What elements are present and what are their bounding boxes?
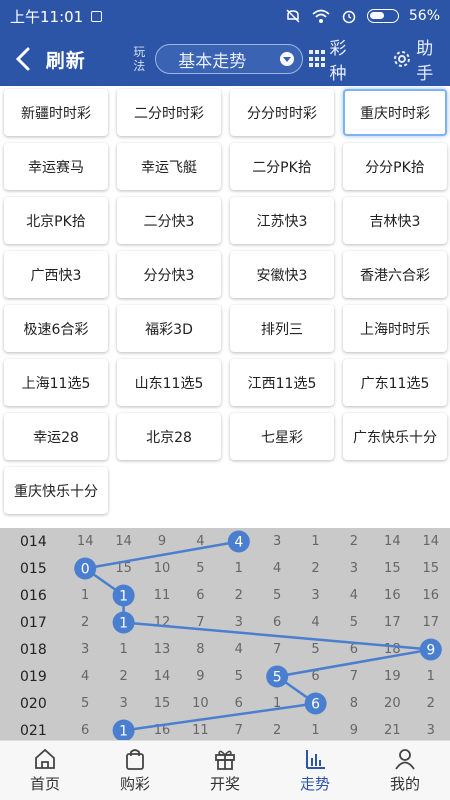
lottery-option[interactable]: 重庆时时彩 [343,89,447,136]
hit-ball-label: 1 [119,589,128,605]
hit-ball-label: 4 [234,535,243,551]
nav-draw-label: 开奖 [209,774,240,793]
nav-buy-label: 购彩 [119,774,150,793]
bottom-nav: 首页 购彩 开奖 走势 我的 [0,740,450,800]
lottery-option[interactable]: 分分PK拾 [343,143,447,190]
hit-ball-label: 1 [119,616,128,632]
lottery-option[interactable]: 江西11选5 [230,359,334,406]
hit-ball-label: 1 [119,724,128,740]
assistant-label: 助手 [416,39,434,84]
hit-ball-label: 0 [81,562,90,578]
wanfa-label: 玩法 [133,45,146,73]
lottery-option[interactable]: 福彩3D [117,305,221,352]
nav-trend[interactable]: 走势 [270,741,360,800]
lottery-option[interactable]: 上海11选5 [4,359,108,406]
lottery-option[interactable]: 分分快3 [117,251,221,298]
lottery-option[interactable]: 幸运飞艇 [117,143,221,190]
trend-line [82,540,432,732]
alarm-icon [342,10,356,24]
battery-icon [366,9,399,23]
page-title[interactable]: 刷新 [46,46,126,73]
status-time: 上午11:01 [10,7,84,26]
grid-icon [308,50,327,68]
lottery-panel: 新疆时时彩 二分时时彩 分分时时彩 重庆时时彩幸运赛马 幸运飞艇 二分PK拾 分分PK拾北京… [0,86,450,528]
nav-draw[interactable]: 开奖 [180,741,270,800]
lottery-option[interactable]: 排列三 [230,305,334,352]
home-icon [35,748,55,769]
lottery-option[interactable]: 江苏快3 [230,197,334,244]
chart-icon [306,749,325,769]
play-type-value: 基本走势 [178,51,247,72]
lottery-option[interactable]: 山东11选5 [117,359,221,406]
gear-icon [394,51,411,67]
lottery-grid: 新疆时时彩 二分时时彩 分分时时彩 重庆时时彩幸运赛马 幸运飞艇 二分PK拾 分分PK拾北京… [4,89,447,514]
hit-ball-label: 5 [273,670,282,686]
lottery-option[interactable]: 极速6合彩 [4,305,108,352]
lottery-option[interactable]: 广东11选5 [343,359,447,406]
lottery-option[interactable]: 北京PK拾 [4,197,108,244]
lottery-option[interactable]: 北京28 [117,413,221,460]
lottery-option[interactable]: 广东快乐十分 [343,413,447,460]
hit-ball-label: 9 [426,643,435,659]
lottery-option[interactable]: 二分快3 [117,197,221,244]
arrow-left-icon [15,47,30,71]
assistant-button[interactable]: 助手 [391,34,450,84]
lottery-option[interactable]: 广西快3 [4,251,108,298]
hit-ball-label: 6 [311,697,320,713]
nav-buy[interactable]: 购彩 [90,741,180,800]
lottery-option[interactable]: 重庆快乐十分 [4,467,108,514]
lottery-option[interactable]: 二分PK拾 [230,143,334,190]
bag-icon [126,748,144,770]
sim-icon [91,10,103,22]
lottery-option[interactable]: 幸运28 [4,413,108,460]
chevron-down-icon [279,52,294,66]
lottery-option[interactable]: 上海时时乐 [343,305,447,352]
lottery-option[interactable]: 七星彩 [230,413,334,460]
nav-mine-label: 我的 [389,774,420,793]
mute-icon [286,9,300,23]
lottery-type-button[interactable]: 彩种 [308,34,364,84]
lottery-option[interactable]: 吉林快3 [343,197,447,244]
play-type-select[interactable]: 基本走势 [155,44,303,74]
battery-level: 56% [408,8,440,24]
trend-table: 014 14 14 9 4 3 1 2 14 14 015 15 10 5 1 4 2 3 15 15 016 1 11 6 2… [0,528,450,740]
nav-home-label: 首页 [29,774,60,793]
nav-home[interactable]: 首页 [0,741,90,800]
trend-line-chart: 4 0 1 1 9 5 6 1 [74,530,442,740]
nav-mine[interactable]: 我的 [360,741,450,800]
lottery-option[interactable]: 分分时时彩 [230,89,334,136]
lottery-option[interactable]: 安徽快3 [230,251,334,298]
lottery-option[interactable]: 幸运赛马 [4,143,108,190]
status-bar: 上午11:01 56% [0,0,450,32]
lottery-type-label: 彩种 [329,39,347,84]
wifi-icon [312,9,330,23]
app-header: 刷新 玩法 基本走势 彩种 助手 [0,32,450,86]
lottery-option[interactable]: 香港六合彩 [343,251,447,298]
back-button[interactable] [0,32,46,86]
gift-icon [215,750,235,770]
lottery-option[interactable]: 二分时时彩 [117,89,221,136]
user-icon [395,748,415,770]
lottery-option[interactable]: 新疆时时彩 [4,89,108,136]
nav-trend-label: 走势 [299,774,330,793]
